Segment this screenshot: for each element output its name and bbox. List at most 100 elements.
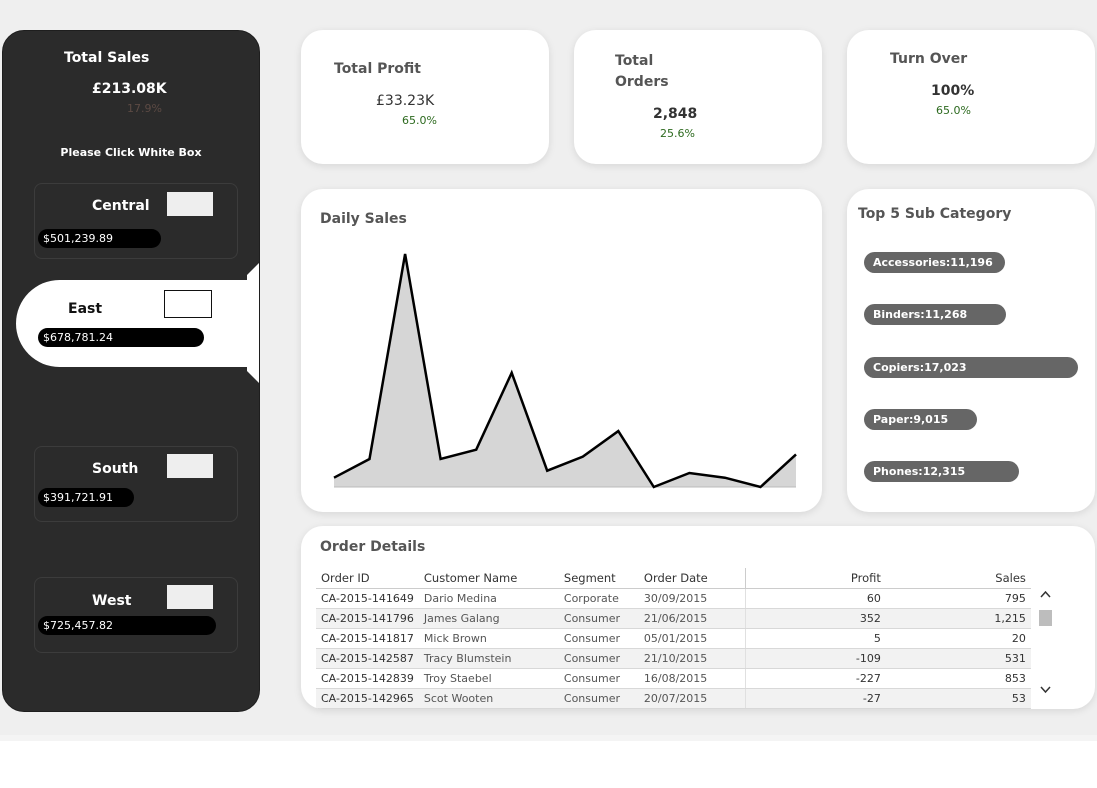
region-west[interactable]: West $725,457.82 bbox=[34, 577, 238, 653]
orders-body: CA-2015-141649 Dario Medina Corporate 30/09… bbox=[316, 588, 1031, 709]
sales-area bbox=[334, 254, 796, 487]
profit-cell: 60 bbox=[744, 588, 886, 609]
strip-edge bbox=[0, 735, 1097, 741]
kpi-pct: 25.6% bbox=[660, 127, 695, 140]
kpi-title-line: Orders bbox=[615, 74, 669, 90]
subcategory-bar[interactable]: Paper:9,015 bbox=[864, 409, 977, 430]
customer-name-cell: Troy Staebel bbox=[418, 668, 559, 689]
kpi-title-line: Total bbox=[615, 53, 654, 69]
order-date-cell: 21/06/2015 bbox=[638, 608, 746, 629]
kpi-title: Total Profit bbox=[334, 61, 421, 77]
sales-point bbox=[437, 455, 445, 463]
order-id-cell: CA-2015-142839 bbox=[316, 668, 419, 689]
region-sales-pill: $678,781.24 bbox=[38, 328, 204, 347]
table-title: Order Details bbox=[320, 539, 426, 555]
subcategory-bar[interactable]: Binders:11,268 bbox=[864, 304, 1006, 325]
order-id-cell: CA-2015-141796 bbox=[316, 608, 419, 629]
segment-cell: Consumer bbox=[558, 628, 639, 649]
segment-cell: Consumer bbox=[558, 648, 639, 669]
region-select-box[interactable] bbox=[167, 585, 213, 609]
chart-title: Top 5 Sub Category bbox=[858, 206, 1012, 222]
profit-cell: 5 bbox=[744, 628, 886, 649]
col-order-id[interactable]: Order ID bbox=[316, 568, 419, 589]
segment-cell: Corporate bbox=[558, 588, 639, 609]
region-sales-pill: $725,457.82 bbox=[38, 616, 216, 635]
profit-cell: -109 bbox=[744, 648, 886, 669]
profit-cell: -227 bbox=[744, 668, 886, 689]
order-id-cell: CA-2015-141649 bbox=[316, 588, 419, 609]
region-central[interactable]: Central $501,239.89 bbox=[34, 183, 238, 259]
daily-sales-card: Daily Sales bbox=[301, 189, 822, 512]
order-date-cell: 21/10/2015 bbox=[638, 648, 746, 669]
sales-point bbox=[650, 483, 658, 491]
region-select-box[interactable] bbox=[167, 454, 213, 478]
sales-point bbox=[579, 453, 587, 461]
col-segment[interactable]: Segment bbox=[558, 568, 639, 589]
col-order-date[interactable]: Order Date bbox=[638, 568, 746, 589]
kpi-title: Total Orders bbox=[615, 51, 669, 93]
segment-cell: Consumer bbox=[558, 668, 639, 689]
table-row[interactable]: CA-2015-141649 Dario Medina Corporate 30/09… bbox=[316, 588, 1031, 609]
region-name: Central bbox=[92, 198, 150, 214]
total-sales-pct: 17.9% bbox=[127, 102, 162, 115]
col-sales[interactable]: Sales bbox=[885, 568, 1031, 589]
kpi-pct: 65.0% bbox=[936, 104, 971, 117]
table-row[interactable]: CA-2015-142587 Tracy Blumstein Consumer 21/… bbox=[316, 648, 1031, 669]
subcategory-bar[interactable]: Phones:12,315 bbox=[864, 461, 1019, 482]
sales-point bbox=[366, 455, 374, 463]
table-scrollbar[interactable] bbox=[1038, 588, 1053, 700]
total-orders-card: Total Orders 2,848 25.6% bbox=[574, 30, 822, 164]
sales-point bbox=[401, 250, 409, 258]
kpi-pct: 65.0% bbox=[402, 114, 437, 127]
subcategory-bar[interactable]: Accessories:11,196 bbox=[864, 252, 1005, 273]
region-name: West bbox=[92, 593, 132, 609]
scroll-up-icon bbox=[1040, 590, 1051, 598]
sales-cell: 20 bbox=[885, 628, 1031, 649]
sales-cell: 853 bbox=[885, 668, 1031, 689]
order-id-cell: CA-2015-142965 bbox=[316, 688, 419, 709]
kpi-value: 2,848 bbox=[653, 106, 698, 122]
sales-point bbox=[792, 450, 800, 458]
total-sales-value: £213.08K bbox=[92, 81, 167, 97]
scroll-thumb bbox=[1039, 610, 1052, 626]
click-hint: Please Click White Box bbox=[60, 146, 202, 159]
bottom-strip bbox=[0, 735, 1097, 788]
table-header-row: Order ID Customer Name Segment Order Dat… bbox=[316, 568, 1031, 589]
col-customer-name[interactable]: Customer Name bbox=[418, 568, 559, 589]
customer-name-cell: James Galang bbox=[418, 608, 559, 629]
sales-point bbox=[757, 483, 765, 491]
segment-cell: Consumer bbox=[558, 608, 639, 629]
scroll-down-icon bbox=[1040, 686, 1051, 694]
kpi-value: £33.23K bbox=[376, 93, 435, 109]
customer-name-cell: Mick Brown bbox=[418, 628, 559, 649]
kpi-value: 100% bbox=[931, 83, 975, 99]
region-select-box[interactable] bbox=[164, 290, 212, 318]
sales-point bbox=[614, 427, 622, 435]
sales-point bbox=[472, 446, 480, 454]
table-row[interactable]: CA-2015-141796 James Galang Consumer 21/06/… bbox=[316, 608, 1031, 629]
region-sales-pill: $501,239.89 bbox=[38, 229, 161, 248]
order-details-card: Order Details Order ID Customer Name Seg… bbox=[301, 526, 1095, 709]
table-row[interactable]: CA-2015-142965 Scot Wooten Consumer 20/07/2… bbox=[316, 688, 1031, 709]
sales-cell: 531 bbox=[885, 648, 1031, 669]
profit-cell: 352 bbox=[744, 608, 886, 629]
col-profit[interactable]: Profit bbox=[744, 568, 886, 589]
region-south[interactable]: South $391,721.91 bbox=[34, 446, 238, 522]
region-select-box[interactable] bbox=[167, 192, 213, 216]
total-sales-title: Total Sales bbox=[64, 50, 150, 66]
order-date-cell: 05/01/2015 bbox=[638, 628, 746, 649]
orders-table: Order ID Customer Name Segment Order Dat… bbox=[316, 568, 1031, 709]
subcategory-bar[interactable]: Copiers:17,023 bbox=[864, 357, 1078, 378]
sales-point bbox=[330, 474, 338, 482]
sales-cell: 1,215 bbox=[885, 608, 1031, 629]
customer-name-cell: Tracy Blumstein bbox=[418, 648, 559, 669]
table-row[interactable]: CA-2015-141817 Mick Brown Consumer 05/01/20… bbox=[316, 628, 1031, 649]
order-id-cell: CA-2015-141817 bbox=[316, 628, 419, 649]
order-date-cell: 20/07/2015 bbox=[638, 688, 746, 709]
region-sales-pill: $391,721.91 bbox=[38, 488, 134, 507]
region-east[interactable]: East $678,781.24 bbox=[16, 280, 259, 367]
table-row[interactable]: CA-2015-142839 Troy Staebel Consumer 16/08/… bbox=[316, 668, 1031, 689]
customer-name-cell: Dario Medina bbox=[418, 588, 559, 609]
sales-point bbox=[543, 467, 551, 475]
order-date-cell: 16/08/2015 bbox=[638, 668, 746, 689]
